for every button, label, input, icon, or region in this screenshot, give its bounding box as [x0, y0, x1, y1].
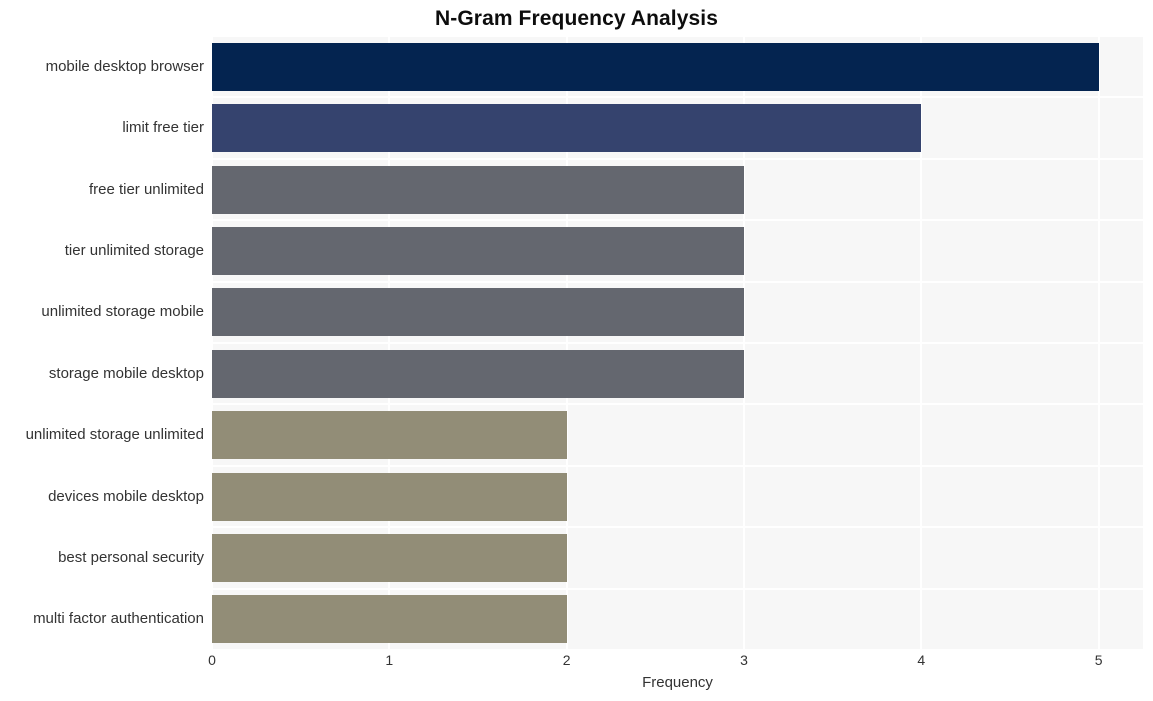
- x-axis-tick-label: 1: [385, 652, 394, 668]
- x-axis-tick-label: 2: [562, 652, 571, 668]
- bar: [212, 104, 922, 153]
- gridline-horizontal: [212, 36, 1143, 37]
- y-axis-tick-label: best personal security: [58, 548, 204, 566]
- y-axis-labels: mobile desktop browser limit free tier fre…: [0, 36, 212, 650]
- x-axis-tick-label: 4: [917, 652, 926, 668]
- bar: [212, 349, 744, 398]
- gridline-horizontal: [212, 157, 1143, 160]
- bar: [212, 42, 1099, 91]
- y-axis-tick-label: unlimited storage unlimited: [25, 426, 204, 444]
- gridline-horizontal: [212, 587, 1143, 590]
- x-axis-title: Frequency: [642, 674, 713, 691]
- x-axis-tick-labels: 0 1 2 3 4 5: [208, 650, 1143, 676]
- x-axis-tick-label: 5: [1094, 652, 1103, 668]
- y-axis-tick-label: devices mobile desktop: [48, 487, 204, 505]
- gridline-horizontal: [212, 464, 1143, 467]
- ngram-frequency-chart: N-Gram Frequency Analysis mobile desktop…: [0, 0, 1153, 701]
- y-axis-tick-label: tier unlimited storage: [64, 241, 204, 259]
- bar: [212, 165, 744, 214]
- bar: [212, 472, 567, 521]
- bar: [212, 288, 744, 337]
- y-axis-tick-label: free tier unlimited: [88, 180, 204, 198]
- y-axis-tick-label: multi factor authentication: [33, 610, 204, 628]
- gridline-horizontal: [212, 96, 1143, 99]
- y-axis-tick-label: storage mobile desktop: [48, 364, 204, 382]
- gridline-horizontal: [212, 219, 1143, 222]
- plot-area: [212, 36, 1143, 650]
- y-axis-tick-label: unlimited storage mobile: [41, 303, 204, 321]
- bar: [212, 533, 567, 582]
- gridline-horizontal: [212, 526, 1143, 529]
- bar: [212, 595, 567, 644]
- x-axis-tick-label: 0: [208, 652, 216, 668]
- bar: [212, 226, 744, 275]
- x-axis-tick-label: 3: [740, 652, 748, 668]
- gridline-horizontal: [212, 280, 1143, 283]
- chart-title: N-Gram Frequency Analysis: [435, 7, 718, 30]
- bar: [212, 411, 567, 460]
- gridline-horizontal: [212, 403, 1143, 406]
- gridline-horizontal: [212, 342, 1143, 344]
- y-axis-tick-label: limit free tier: [122, 119, 204, 137]
- y-axis-tick-label: mobile desktop browser: [45, 57, 204, 75]
